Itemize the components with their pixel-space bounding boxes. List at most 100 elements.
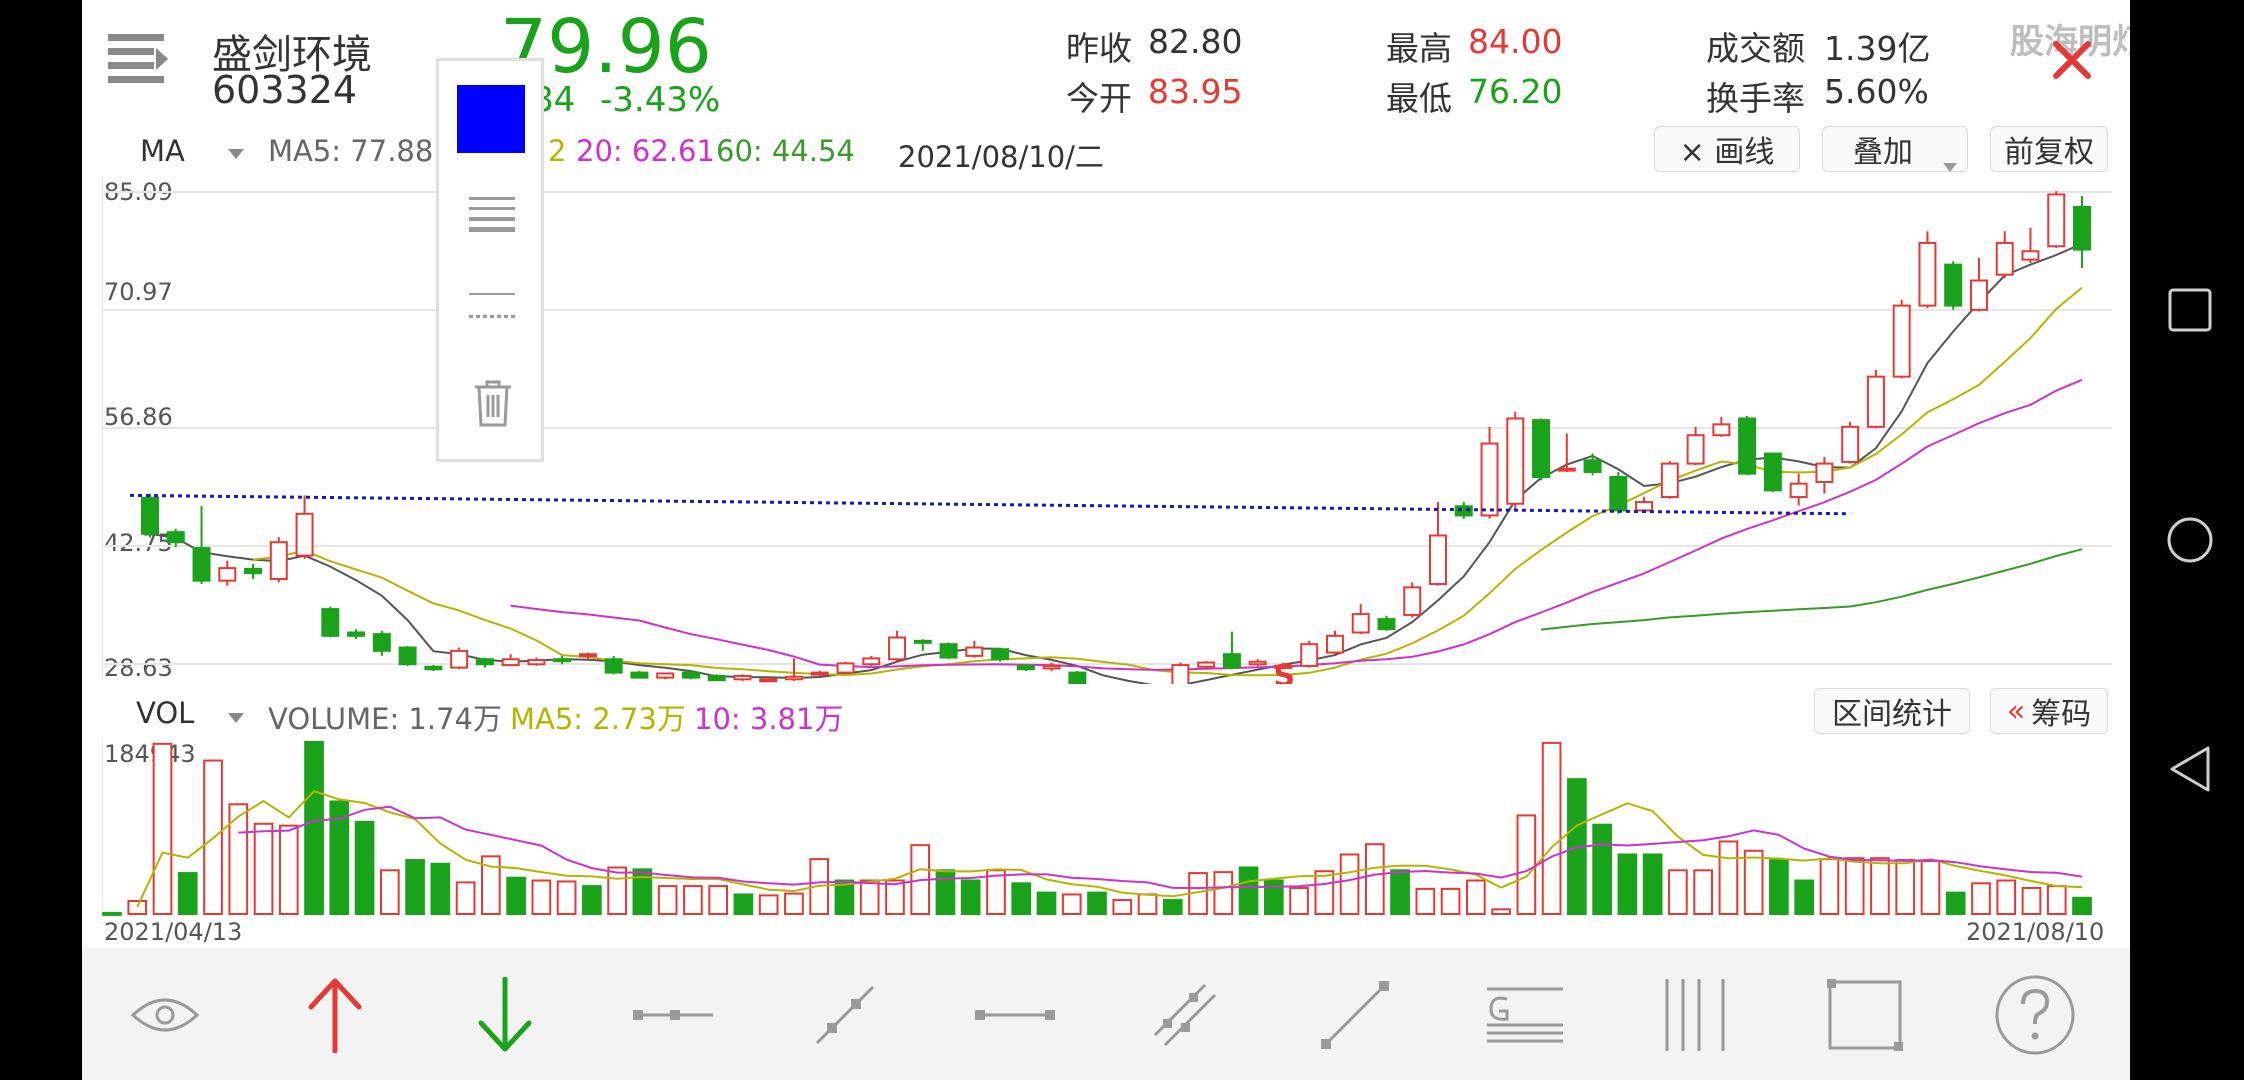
candle-body bbox=[888, 636, 907, 661]
volume-bar bbox=[531, 879, 552, 915]
candle-body bbox=[733, 674, 752, 681]
chips-label: 筹码 bbox=[2031, 697, 2092, 732]
line-style-icon[interactable] bbox=[469, 291, 515, 325]
candle-body bbox=[939, 643, 958, 659]
candle-body bbox=[2073, 205, 2091, 251]
candle-body bbox=[1583, 459, 1602, 473]
ma60-line bbox=[1540, 548, 2083, 631]
volume-bar bbox=[1289, 886, 1309, 916]
volume-bar bbox=[784, 892, 804, 915]
range-stats-button[interactable]: 区间统计 bbox=[1814, 688, 1970, 734]
candle-body bbox=[2021, 250, 2040, 261]
candle-body bbox=[1171, 664, 1190, 684]
volume-bar bbox=[354, 820, 375, 915]
candle-body bbox=[578, 653, 597, 658]
arrow-up-icon[interactable] bbox=[290, 970, 380, 1060]
volume-bar bbox=[1794, 879, 1815, 915]
volume-bar bbox=[2021, 886, 2042, 916]
candle-body bbox=[707, 674, 726, 682]
candle-body bbox=[141, 496, 159, 535]
color-swatch[interactable] bbox=[457, 85, 525, 153]
volume-bar bbox=[1718, 840, 1739, 915]
vol-ma10-value: 10: 3.81万 bbox=[694, 702, 844, 736]
help-icon[interactable] bbox=[1990, 970, 2080, 1060]
volume-bar bbox=[1087, 891, 1107, 915]
candle-body bbox=[1429, 534, 1447, 585]
rectangle-icon[interactable] bbox=[1820, 970, 1910, 1060]
draw-line-button[interactable]: × 画线 bbox=[1654, 126, 1800, 172]
candle-body bbox=[166, 531, 185, 544]
sell-marker: S bbox=[1273, 659, 1295, 684]
volume-bar bbox=[1996, 879, 2017, 915]
volume-bar bbox=[1137, 893, 1158, 916]
date-start-label: 2021/04/13 bbox=[104, 918, 243, 946]
volume-bar bbox=[177, 872, 198, 915]
prev-close-label: 昨收 bbox=[1066, 29, 1132, 68]
volume-bar bbox=[1592, 823, 1612, 915]
adjust-button[interactable]: 前复权 bbox=[1990, 126, 2108, 172]
date-end-label: 2021/08/10 bbox=[1966, 918, 2105, 946]
candle-body bbox=[656, 672, 675, 679]
ma20-value: 20: 62.61 bbox=[576, 134, 715, 168]
volume-bar bbox=[1415, 887, 1436, 915]
volume-bar bbox=[1339, 853, 1360, 915]
menu-icon[interactable] bbox=[108, 34, 170, 84]
app-screen: 盛剑环境 603324 79.96 84 -3.43% 昨收 82.80 今开 … bbox=[82, 0, 2130, 1080]
volume-bar bbox=[455, 881, 476, 915]
volume-bar bbox=[1516, 814, 1537, 915]
volume-bar bbox=[1263, 879, 1284, 915]
ray-icon[interactable] bbox=[800, 970, 890, 1060]
home-button[interactable] bbox=[2166, 516, 2214, 568]
eye-icon[interactable] bbox=[120, 970, 210, 1060]
gann-icon[interactable] bbox=[1480, 970, 1570, 1060]
chips-button[interactable]: « 筹码 bbox=[1990, 688, 2108, 734]
volume-bar bbox=[733, 893, 754, 916]
volume-bar bbox=[430, 862, 451, 915]
candle-body bbox=[1660, 462, 1679, 499]
candle-body bbox=[1635, 501, 1654, 512]
volume-bar bbox=[1213, 871, 1234, 915]
parallel-line-icon[interactable] bbox=[1140, 970, 1230, 1060]
line-width-icon[interactable] bbox=[469, 197, 515, 237]
ma-selector[interactable]: MA bbox=[140, 134, 185, 168]
volume-bar bbox=[1491, 908, 1511, 915]
candle-body bbox=[1016, 664, 1035, 671]
vol-selector[interactable]: VOL bbox=[136, 696, 194, 730]
ma10-value: 2 bbox=[548, 134, 567, 168]
diagonal-line-icon[interactable] bbox=[1310, 970, 1400, 1060]
low-value: 76.20 bbox=[1468, 72, 1563, 111]
arrow-down-icon[interactable] bbox=[460, 970, 550, 1060]
candle-body bbox=[553, 658, 572, 663]
horizontal-line-icon[interactable] bbox=[970, 970, 1060, 1060]
volume-bar bbox=[1895, 859, 1916, 916]
candle-body bbox=[1866, 375, 1885, 428]
high-value: 84.00 bbox=[1468, 22, 1563, 61]
volume-bar bbox=[405, 859, 425, 916]
volume-bar bbox=[1945, 891, 1966, 915]
chevron-down-icon[interactable] bbox=[228, 708, 244, 727]
trash-icon[interactable] bbox=[473, 379, 513, 431]
candle-body bbox=[1222, 653, 1241, 669]
volume-bar bbox=[1011, 882, 1032, 915]
overlay-button[interactable]: 叠加 bbox=[1822, 126, 1968, 172]
chevron-down-icon[interactable] bbox=[228, 144, 244, 163]
candle-body bbox=[295, 512, 314, 557]
candle-body bbox=[244, 567, 263, 575]
ma5-value: MA5: 77.88 bbox=[268, 134, 434, 168]
volume-bar bbox=[2046, 885, 2067, 916]
volume-chart[interactable] bbox=[102, 738, 2112, 918]
high-label: 最高 bbox=[1386, 29, 1452, 68]
candle-body bbox=[1377, 618, 1396, 631]
vertical-lines-icon[interactable] bbox=[1650, 970, 1740, 1060]
volume-bar bbox=[1466, 879, 1486, 915]
close-icon[interactable] bbox=[2052, 40, 2092, 80]
candle-body bbox=[1042, 664, 1061, 670]
volume-bar bbox=[379, 869, 400, 915]
candlestick-chart[interactable]: S bbox=[102, 176, 2112, 684]
back-button[interactable] bbox=[2168, 745, 2212, 797]
vol-ma5-line bbox=[136, 790, 2083, 908]
prev-close-value: 82.80 bbox=[1148, 22, 1243, 61]
volume-bar bbox=[1541, 741, 1562, 916]
recent-apps-button[interactable] bbox=[2168, 288, 2212, 336]
segment-icon[interactable] bbox=[630, 970, 720, 1060]
